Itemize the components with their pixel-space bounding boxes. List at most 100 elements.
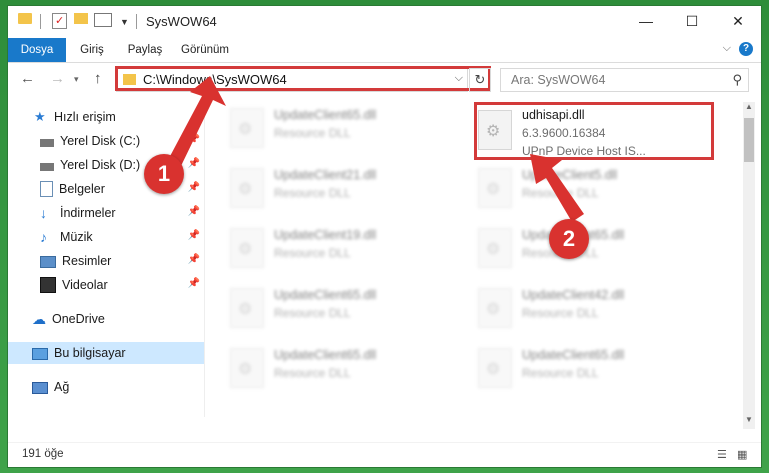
sidebar-item-downloads[interactable]: ↓ İndirmeler 📌: [8, 202, 204, 224]
dll-file-icon: [478, 348, 512, 388]
navigation-pane: ★ Hızlı erişim Yerel Disk (C:) 📌 Yerel D…: [8, 102, 204, 422]
close-button[interactable]: ✕: [715, 6, 761, 36]
ribbon-tabs: Dosya Giriş Paylaş Görünüm ⌵ ?: [8, 38, 761, 63]
folder-icon: [18, 13, 32, 24]
pin-icon[interactable]: 📌: [188, 158, 200, 169]
file-tile[interactable]: UpdateClient65.dll Resource DLL: [218, 342, 448, 394]
dll-file-icon: [230, 288, 264, 328]
navigation-bar: ← → ▾ ↑ C:\Windows\SysWOW64 ⌵ ↻ Ara: Sys…: [8, 63, 761, 95]
dll-file-icon: [478, 228, 512, 268]
search-icon[interactable]: ⚲: [732, 72, 742, 88]
tab-view[interactable]: Görünüm: [174, 38, 236, 62]
sidebar-item-label: Yerel Disk (C:): [60, 134, 141, 148]
step-1-badge: 1: [144, 154, 184, 194]
file-description: Resource DLL: [522, 306, 599, 320]
sidebar-item-label: İndirmeler: [60, 206, 116, 220]
sidebar-item-label: Resimler: [62, 254, 112, 268]
drive-icon: [40, 138, 54, 147]
explorer-window: ▼ SysWOW64 — ☐ ✕ Dosya Giriş Paylaş Görü…: [8, 6, 761, 467]
up-arrow-icon[interactable]: ↑: [94, 70, 102, 87]
toolbar-divider: [136, 14, 137, 29]
sidebar-item-network[interactable]: Ağ: [8, 376, 204, 398]
dll-file-icon: [230, 168, 264, 208]
new-folder-icon[interactable]: [74, 13, 88, 24]
sidebar-item-label: Belgeler: [59, 182, 105, 196]
music-icon: ♪: [40, 229, 47, 245]
file-tile[interactable]: UpdateClient65.dll Resource DLL: [466, 342, 696, 394]
pin-icon[interactable]: 📌: [188, 182, 200, 193]
file-tile[interactable]: UpdateClient65.dll Resource DLL: [218, 102, 448, 154]
pictures-icon: [40, 256, 56, 268]
step-2-badge: 2: [549, 219, 589, 259]
maximize-button[interactable]: ☐: [669, 6, 715, 36]
chevron-down-icon[interactable]: ▼: [120, 13, 129, 31]
file-description: Resource DLL: [522, 366, 599, 380]
customize-toolbar-icon[interactable]: [94, 13, 112, 27]
network-icon: [32, 382, 48, 394]
help-icon[interactable]: ?: [739, 42, 753, 56]
sidebar-item-label: Yerel Disk (D:): [60, 158, 141, 172]
pin-icon[interactable]: 📌: [188, 278, 200, 289]
minimize-button[interactable]: —: [623, 6, 669, 36]
tab-file[interactable]: Dosya: [8, 38, 66, 62]
file-name: UpdateClient65.dll: [274, 108, 377, 122]
pin-icon[interactable]: 📌: [188, 254, 200, 265]
sidebar-item-label: Videolar: [62, 278, 108, 292]
scroll-thumb[interactable]: [744, 118, 754, 162]
search-input[interactable]: Ara: SysWOW64 ⚲: [500, 68, 749, 92]
cloud-icon: ☁: [32, 311, 46, 327]
pane-divider: [204, 102, 205, 417]
pin-icon[interactable]: 📌: [188, 230, 200, 241]
file-name: UpdateClient42.dll: [522, 288, 625, 302]
sidebar-item-pictures[interactable]: Resimler 📌: [8, 250, 204, 272]
dll-file-icon: [478, 288, 512, 328]
file-tile[interactable]: UpdateClient5.dll Resource DLL: [466, 162, 696, 214]
sidebar-item-onedrive[interactable]: ☁ OneDrive: [8, 308, 204, 330]
title-bar: ▼ SysWOW64 — ☐ ✕: [8, 6, 761, 38]
refresh-icon[interactable]: ↻: [469, 68, 491, 92]
recent-locations-icon[interactable]: ▾: [74, 74, 79, 85]
pin-icon[interactable]: 📌: [188, 134, 200, 145]
sidebar-item-label: Hızlı erişim: [54, 110, 116, 124]
sidebar-item-videos[interactable]: Videolar 📌: [8, 274, 204, 296]
sidebar-item-this-pc[interactable]: Bu bilgisayar: [8, 342, 204, 364]
documents-icon: [40, 181, 53, 197]
sidebar-item-quick-access[interactable]: ★ Hızlı erişim: [8, 106, 204, 128]
sidebar-item-music[interactable]: ♪ Müzik 📌: [8, 226, 204, 248]
file-name: UpdateClient65.dll: [522, 348, 625, 362]
videos-icon: [40, 277, 56, 293]
expand-ribbon-icon[interactable]: ⌵: [723, 42, 731, 55]
dll-file-icon: [230, 348, 264, 388]
file-tile[interactable]: UpdateClient42.dll Resource DLL: [466, 282, 696, 334]
file-tile[interactable]: UpdateClient21.dll Resource DLL: [218, 162, 448, 214]
file-highlight-box: [474, 102, 714, 160]
star-icon: ★: [34, 109, 46, 124]
details-view-icon[interactable]: ☰: [717, 448, 731, 461]
file-tile[interactable]: UpdateClient65.dll Resource DLL: [218, 282, 448, 334]
file-description: Resource DLL: [274, 366, 351, 380]
scroll-up-icon[interactable]: ▲: [743, 102, 755, 116]
back-arrow-icon[interactable]: ←: [20, 70, 35, 87]
file-name: UpdateClient65.dll: [274, 288, 377, 302]
file-tile[interactable]: UpdateClient19.dll Resource DLL: [218, 222, 448, 274]
dll-file-icon: [478, 168, 512, 208]
sidebar-item-disk-c[interactable]: Yerel Disk (C:) 📌: [8, 130, 204, 152]
tiles-view-icon[interactable]: ▦: [737, 448, 751, 461]
forward-arrow-icon[interactable]: →: [50, 70, 65, 87]
sidebar-item-label: OneDrive: [52, 312, 105, 326]
file-description: Resource DLL: [274, 306, 351, 320]
scroll-down-icon[interactable]: ▼: [743, 415, 755, 429]
properties-check-icon[interactable]: [52, 13, 67, 29]
computer-icon: [32, 348, 48, 360]
sidebar-item-label: Bu bilgisayar: [54, 346, 126, 360]
tab-share[interactable]: Paylaş: [120, 38, 170, 62]
pin-icon[interactable]: 📌: [188, 206, 200, 217]
vertical-scrollbar[interactable]: ▲ ▼: [743, 102, 755, 429]
file-name: UpdateClient19.dll: [274, 228, 377, 242]
search-placeholder: Ara: SysWOW64: [511, 73, 606, 87]
file-name: UpdateClient5.dll: [522, 168, 618, 182]
item-count: 191 öğe: [22, 448, 64, 460]
tab-home[interactable]: Giriş: [72, 38, 112, 62]
drive-icon: [40, 162, 54, 171]
file-description: Resource DLL: [522, 186, 599, 200]
